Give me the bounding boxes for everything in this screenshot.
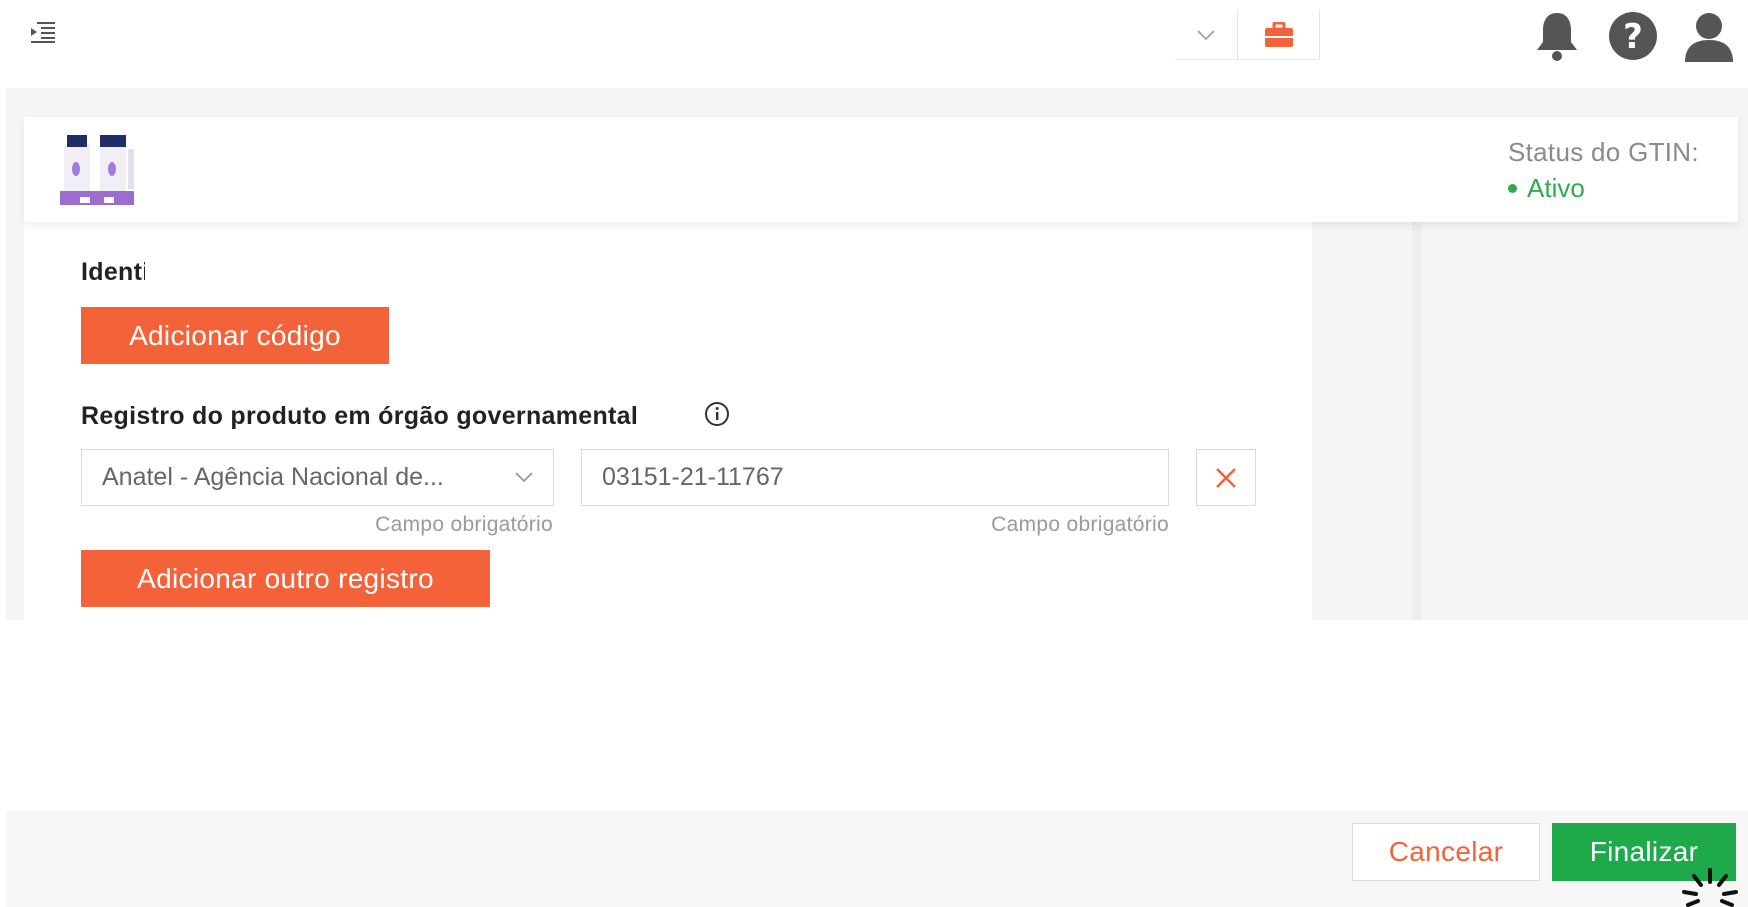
add-code-button[interactable]: Adicionar código bbox=[81, 307, 389, 364]
add-another-registration-button[interactable]: Adicionar outro registro bbox=[81, 550, 490, 607]
registro-title: Registro do produto em órgão governament… bbox=[81, 402, 639, 430]
gtin-status-label: Status do GTIN: bbox=[1508, 137, 1699, 167]
number-required-hint: Campo obrigatório bbox=[991, 513, 1169, 536]
remove-registration-button[interactable] bbox=[1196, 449, 1256, 506]
cancel-button[interactable]: Cancelar bbox=[1352, 823, 1540, 881]
spinner-icon bbox=[1680, 868, 1740, 907]
bell-icon[interactable] bbox=[1533, 10, 1581, 67]
registration-number-input[interactable] bbox=[602, 463, 1168, 492]
user-icon[interactable] bbox=[1683, 10, 1735, 67]
close-icon bbox=[1216, 467, 1236, 488]
chevron-down-icon bbox=[515, 472, 533, 483]
column-divider bbox=[1412, 222, 1422, 620]
chevron-down-icon bbox=[1196, 29, 1215, 40]
status-dot-icon bbox=[1508, 184, 1517, 193]
menu-collapse-icon[interactable] bbox=[30, 21, 56, 43]
registration-number-field[interactable] bbox=[581, 449, 1169, 506]
agency-required-hint: Campo obrigatório bbox=[375, 513, 553, 536]
company-dropdown-toggle[interactable] bbox=[1174, 10, 1238, 60]
briefcase-icon bbox=[1264, 21, 1293, 47]
product-image bbox=[58, 135, 138, 209]
info-icon[interactable] bbox=[704, 401, 730, 432]
svg-text:?: ? bbox=[1623, 17, 1643, 57]
product-header-card: Status do GTIN: Ativo bbox=[24, 117, 1738, 222]
gtin-status-text: Ativo bbox=[1527, 173, 1585, 203]
agency-select[interactable]: Anatel - Agência Nacional de... bbox=[81, 449, 554, 506]
briefcase-button[interactable] bbox=[1238, 10, 1320, 60]
help-circle-icon[interactable]: ? bbox=[1608, 10, 1658, 67]
top-bar: ? bbox=[0, 0, 1748, 78]
gtin-status-value: Ativo bbox=[1508, 173, 1585, 204]
identification-title: Identificação bbox=[81, 258, 145, 286]
agency-select-value: Anatel - Agência Nacional de... bbox=[102, 463, 444, 491]
